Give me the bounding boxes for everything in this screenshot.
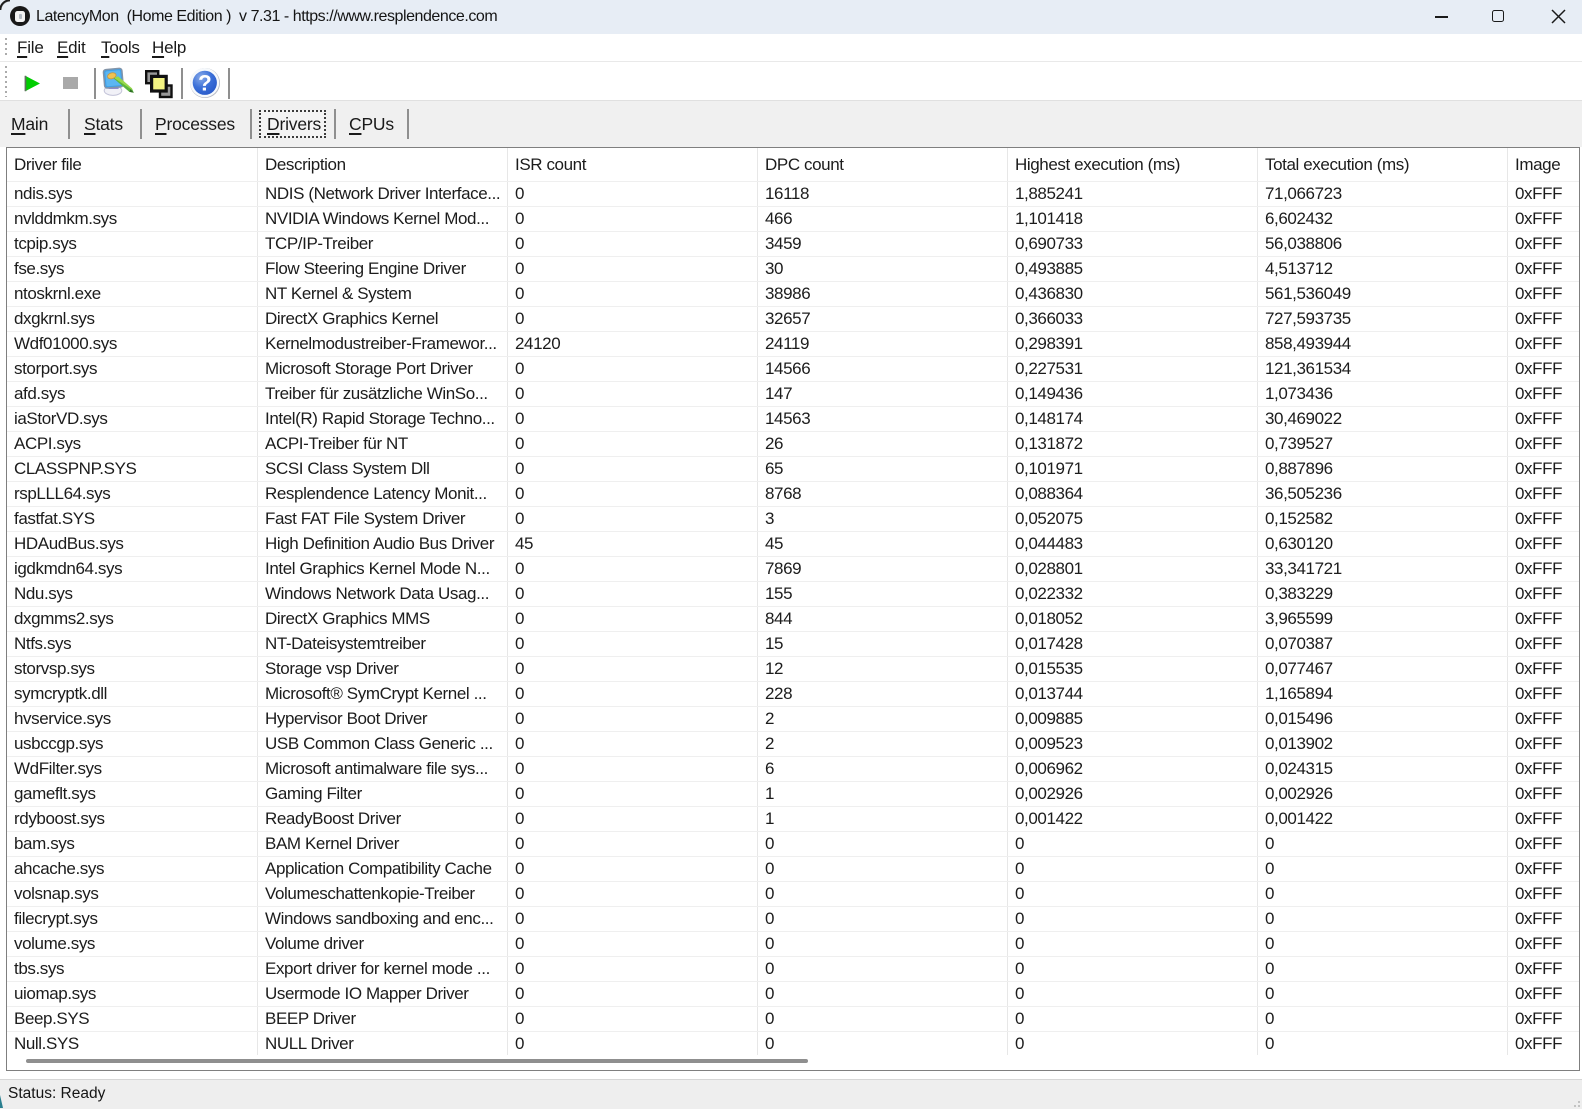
- svg-text:?: ?: [198, 71, 212, 96]
